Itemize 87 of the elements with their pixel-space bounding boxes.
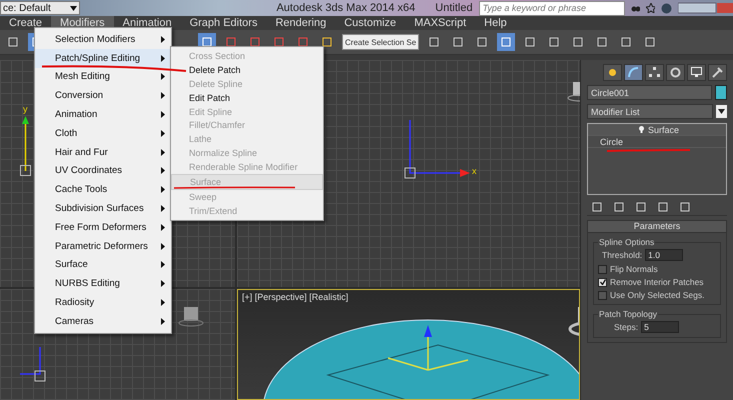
rollout-header[interactable]: Parameters (588, 221, 726, 233)
document-title: Untitled (435, 2, 473, 14)
workspace-dropdown[interactable]: ce: Default (0, 1, 80, 15)
perspective-viewport[interactable]: [+] [Perspective] [Realistic] (237, 289, 580, 400)
command-panel-tab[interactable] (603, 64, 622, 81)
menu-item[interactable]: Radiosity (35, 293, 171, 312)
wheel-icon (670, 67, 681, 78)
checkbox-label: Flip Normals (610, 264, 658, 274)
command-panel-tab[interactable] (624, 64, 643, 81)
caret-icon[interactable] (718, 109, 725, 114)
menu-item[interactable]: Cache Tools (35, 180, 171, 200)
axis-label: y (23, 104, 28, 114)
menu-item[interactable]: Parametric Deformers (35, 236, 171, 256)
axis-gizmo-drawing (20, 344, 46, 382)
menu-item[interactable]: Create (0, 16, 52, 30)
menu-item[interactable]: Cloth (35, 124, 171, 143)
submenu-arrow-icon (161, 111, 165, 118)
threshold-spinner[interactable]: 1.0 (645, 249, 684, 261)
menu-item[interactable]: Free Form Deformers (35, 218, 171, 237)
field-label: Threshold: (602, 250, 642, 260)
submenu-arrow-icon (161, 36, 165, 43)
hammer-icon (712, 67, 723, 78)
group-title: Patch Topology (598, 309, 658, 319)
menu-item[interactable]: Rendering (266, 16, 336, 30)
checkbox-label: Use Only Selected Segs. (610, 290, 704, 300)
menu-item[interactable]: Selection Modifiers (35, 30, 171, 49)
checkbox[interactable] (598, 278, 607, 286)
object-color-swatch[interactable] (715, 85, 727, 100)
window-controls-icon[interactable] (678, 2, 733, 14)
submenu-arrow-icon (161, 186, 165, 194)
axis-gizmo-drawing (20, 116, 31, 176)
menu-item[interactable]: Customize (335, 16, 406, 30)
checkmark-icon (600, 279, 606, 285)
submenu-arrow-icon (161, 205, 165, 212)
submenu-arrow-icon (161, 224, 165, 231)
submenu-arrow-icon (161, 148, 165, 156)
selection-set-dropdown[interactable]: Create Selection Se (342, 34, 420, 50)
menu-item[interactable]: UV Coordinates (35, 162, 171, 180)
checkbox[interactable] (598, 264, 607, 274)
menu-item[interactable]: Animation (35, 105, 171, 124)
object-name-field[interactable]: Circle001 (587, 85, 712, 100)
menu-item[interactable]: Hair and Fur (35, 142, 171, 162)
submenu-arrow-icon (161, 73, 165, 80)
hierarchy-icon (649, 67, 660, 78)
submenu-arrow-icon (161, 261, 165, 268)
menu-item[interactable]: Graph Editors (180, 16, 266, 30)
menu-item[interactable]: Subdivision Surfaces (35, 199, 171, 218)
submenu-arrow-icon (161, 54, 165, 62)
menu-item[interactable]: Patch/Spline Editing (35, 48, 171, 68)
menu-item[interactable]: Cameras (35, 312, 171, 331)
submenu-arrow-icon (161, 130, 165, 137)
stack-item[interactable]: Surface (588, 124, 726, 136)
checkbox[interactable] (598, 290, 607, 300)
viewport-label[interactable]: [+] [Perspective] [Realistic] (242, 292, 348, 302)
submenu-arrow-icon (161, 242, 165, 250)
modifier-list-dropdown[interactable]: Modifier List (587, 104, 713, 119)
menu-item[interactable]: Mesh Editing (35, 68, 171, 86)
star-icon[interactable] (646, 3, 656, 13)
viewcube-icon[interactable] (178, 305, 204, 327)
sun-icon (607, 67, 618, 78)
group-title: Spline Options (598, 237, 656, 247)
submenu-arrow-icon (161, 92, 165, 100)
bulb-icon[interactable] (638, 126, 644, 133)
stack-item[interactable]: Circle (588, 136, 726, 148)
command-panel-tab[interactable] (645, 64, 664, 81)
menu-item[interactable]: Help (475, 16, 516, 30)
menu-item[interactable]: MAXScript (405, 16, 476, 30)
command-panel-tab[interactable] (708, 64, 727, 81)
submenu-arrow-icon (161, 299, 165, 306)
submenu-arrow-icon (161, 167, 165, 174)
axis-label: x (472, 166, 476, 176)
submenu-arrow-icon (161, 318, 165, 325)
menu-item[interactable]: Surface (35, 256, 171, 274)
search-field[interactable]: Type a keyword or phrase (478, 0, 626, 16)
app-title: Autodesk 3ds Max 2014 x64 (276, 2, 416, 14)
field-label: Steps: (614, 322, 638, 332)
steps-spinner[interactable]: 5 (641, 321, 680, 333)
menu-item[interactable]: Animation (114, 16, 181, 30)
command-panel-tab[interactable] (687, 64, 706, 81)
caret-icon[interactable] (70, 6, 77, 10)
menu-item[interactable]: Conversion (35, 86, 171, 106)
menu-item[interactable]: NURBS Editing (35, 274, 171, 294)
curve-icon (628, 67, 639, 78)
checkbox-label: Remove Interior Patches (610, 277, 704, 287)
monitor-icon (691, 67, 702, 78)
submenu-arrow-icon (161, 280, 165, 288)
command-panel-tab[interactable] (666, 64, 685, 81)
